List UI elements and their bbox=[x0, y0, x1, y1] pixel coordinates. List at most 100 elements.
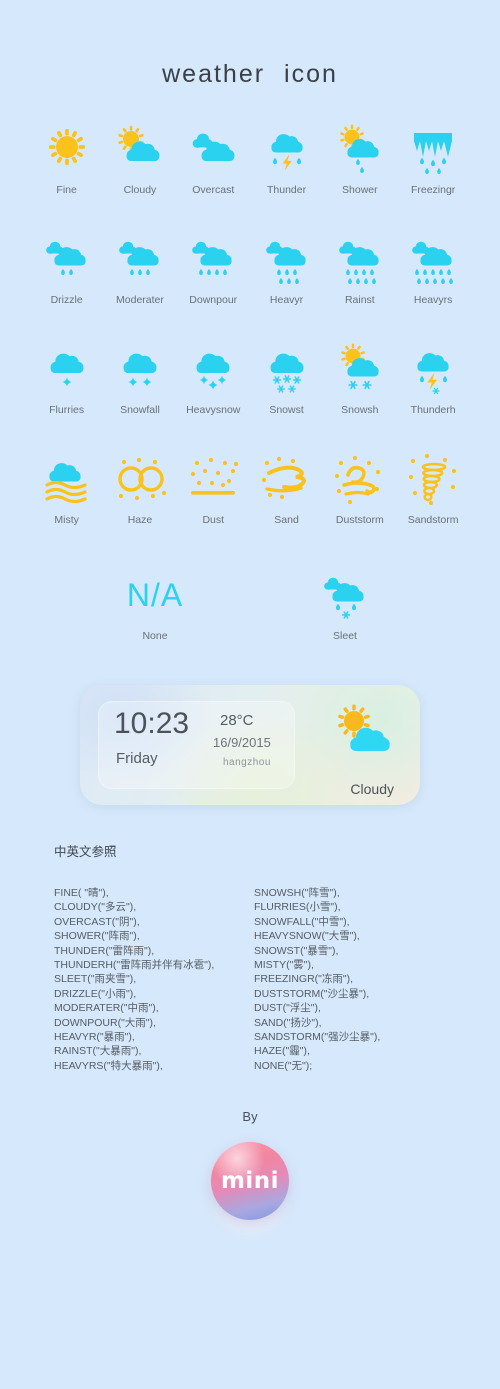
reference-item: HEAVYSNOW("大雪"), bbox=[254, 930, 360, 943]
icon-cell-rainst[interactable]: Rainst bbox=[323, 227, 396, 337]
double-cloud-icon bbox=[181, 117, 245, 181]
icon-grid: Fine Cloudy Overcast Thunder Shower Freezingr… bbox=[30, 89, 470, 557]
icon-cell-sleet[interactable]: Sleet bbox=[280, 563, 410, 663]
icon-cell-sand[interactable]: Sand bbox=[250, 447, 323, 557]
icon-label: Thunderh bbox=[410, 404, 456, 416]
widget-condition-icon bbox=[324, 699, 406, 765]
haze-rings-icon bbox=[108, 447, 172, 511]
cloud-thunder-icon bbox=[270, 134, 303, 171]
reference-item: RAINST("大暴雨"), bbox=[54, 1045, 142, 1058]
reference-list-left: FINE( "晴"), CLOUDY("多云"), OVERCAST("阴"), SH… bbox=[50, 886, 250, 1073]
reference-item: SNOWSH("阵雪"), bbox=[254, 887, 340, 899]
icon-cell-drizzle[interactable]: Drizzle bbox=[30, 227, 103, 337]
icon-cell-thunder[interactable]: Thunder bbox=[250, 117, 323, 227]
cloud-sleet-icon bbox=[324, 577, 364, 619]
logo-sphere: mini bbox=[211, 1142, 289, 1221]
reference-item: DUSTSTORM("沙尘暴"), bbox=[254, 987, 370, 1000]
widget-date: 16/9/2015 bbox=[213, 735, 271, 750]
icon-cell-snowst[interactable]: Snowst bbox=[250, 337, 323, 447]
sun-cloud-icon bbox=[108, 117, 172, 181]
wind-dust-icon bbox=[328, 447, 392, 511]
sun-cloud-rain-icon bbox=[339, 124, 379, 173]
icon-cell-heavysnow[interactable]: Heavysnow bbox=[177, 337, 250, 447]
reference-item: SLEET("雨夹雪"), bbox=[54, 973, 137, 986]
icon-label: Rainst bbox=[344, 294, 375, 306]
icon-cell-haze[interactable]: Haze bbox=[103, 447, 176, 557]
reference-item: FLURRIES(小雪"), bbox=[254, 901, 341, 914]
icon-label: Heavyrs bbox=[413, 294, 453, 306]
widget-weekday: Friday bbox=[116, 750, 158, 767]
double-cloud-icon bbox=[192, 133, 235, 161]
wind-dust-icon bbox=[334, 455, 380, 505]
reference-item: DUST("浮尘"), bbox=[254, 1002, 321, 1015]
icon-cell-none[interactable]: N/A None bbox=[90, 563, 220, 663]
icon-cell-sandstorm[interactable]: Sandstorm bbox=[396, 447, 469, 557]
weather-widget-card: 10:23 Friday 28°C 16/9/2015 hangzhou Clo… bbox=[80, 685, 420, 805]
icicle-rain-icon bbox=[414, 133, 453, 174]
cloud-thunder-hail-icon bbox=[401, 337, 465, 401]
cloud-rain-3-icon bbox=[108, 227, 172, 291]
cloud-snow-2-icon bbox=[123, 353, 157, 387]
icon-label: Snowsh bbox=[341, 404, 379, 416]
icon-cell-cloudy[interactable]: Cloudy bbox=[103, 117, 176, 227]
reference-item: SANDSTORM("强沙尘暴"), bbox=[254, 1031, 381, 1044]
haze-rings-icon bbox=[118, 457, 167, 501]
icon-label: Heavysnow bbox=[186, 404, 241, 416]
icon-cell-snowfall[interactable]: Snowfall bbox=[103, 337, 176, 447]
reference-item: THUNDER("雷阵雨"), bbox=[54, 944, 155, 957]
widget-time: 10:23 bbox=[114, 707, 190, 740]
icon-cell-flurries[interactable]: Flurries bbox=[30, 337, 103, 447]
icon-label: Sleet bbox=[333, 630, 357, 642]
sun-cloud-snow-icon bbox=[328, 337, 392, 401]
icicle-rain-icon bbox=[401, 117, 465, 181]
icon-cell-freezingr[interactable]: Freezingr bbox=[396, 117, 469, 227]
icon-label: Sandstorm bbox=[407, 514, 459, 526]
sun-cloud-snow-icon bbox=[340, 343, 379, 390]
icon-cell-moderater[interactable]: Moderater bbox=[103, 227, 176, 337]
icon-label: Misty bbox=[54, 514, 79, 526]
tornado-icon bbox=[401, 447, 465, 511]
icon-cell-overcast[interactable]: Overcast bbox=[177, 117, 250, 227]
cloud-snow-3-icon bbox=[181, 337, 245, 401]
extra-icon-row: N/A None Sleet bbox=[30, 563, 470, 663]
icon-cell-misty[interactable]: Misty bbox=[30, 447, 103, 557]
weather-widget-preview: 10:23 Friday 28°C 16/9/2015 hangzhou Clo… bbox=[80, 685, 420, 805]
reference-heading: 中英文参照 bbox=[54, 844, 117, 859]
icon-cell-fine[interactable]: Fine bbox=[30, 117, 103, 227]
icon-cell-downpour[interactable]: Downpour bbox=[177, 227, 250, 337]
icon-cell-thunderh[interactable]: Thunderh bbox=[396, 337, 469, 447]
icon-label: Sand bbox=[274, 514, 299, 526]
reference-item: OVERCAST("阴"), bbox=[54, 915, 140, 928]
reference-column-left: FINE( "晴"), CLOUDY("多云"), OVERCAST("阴"), SH… bbox=[50, 886, 250, 1073]
cloud-rain-4-icon bbox=[181, 227, 245, 291]
cloud-snow-1-icon bbox=[35, 337, 99, 401]
icon-cell-heavyr[interactable]: Heavyr bbox=[250, 227, 323, 337]
cloud-rain-8-icon bbox=[328, 227, 392, 291]
reference-item: DRIZZLE("小雨"), bbox=[54, 987, 137, 1000]
icon-cell-duststorm[interactable]: Duststorm bbox=[323, 447, 396, 557]
icon-cell-shower[interactable]: Shower bbox=[323, 117, 396, 227]
cloud-snow-1-icon bbox=[50, 353, 84, 387]
icon-label: Snowst bbox=[269, 404, 304, 416]
reference-item: FINE( "晴"), bbox=[54, 887, 109, 899]
icon-label: Thunder bbox=[266, 184, 307, 196]
reference-section: 中英文参照 FINE( "晴"), CLOUDY("多云"), OVERCAST("… bbox=[50, 841, 450, 1073]
cloud-rain-6-icon bbox=[265, 241, 306, 284]
reference-item: CLOUDY("多云"), bbox=[54, 901, 137, 914]
icon-cell-heavyrs[interactable]: Heavyrs bbox=[396, 227, 469, 337]
icon-cell-snowsh[interactable]: Snowsh bbox=[323, 337, 396, 447]
author-logo: mini bbox=[200, 1138, 300, 1241]
icon-label: Fine bbox=[56, 184, 77, 196]
cloud-mist-icon bbox=[35, 447, 99, 511]
icon-cell-dust[interactable]: Dust bbox=[177, 447, 250, 557]
reference-item: HEAVYR("暴雨"), bbox=[54, 1031, 135, 1044]
icon-label: Duststorm bbox=[335, 514, 384, 526]
cloud-rain-2-icon bbox=[35, 227, 99, 291]
cloud-rain-4-icon bbox=[192, 241, 232, 275]
icon-label: Drizzle bbox=[50, 294, 83, 306]
reference-column-right: SNOWSH("阵雪"), FLURRIES(小雪"), SNOWFALL("中雪"… bbox=[250, 886, 450, 1073]
widget-condition-label: Cloudy bbox=[350, 781, 394, 797]
icon-label: Haze bbox=[127, 514, 153, 526]
widget-temperature: 28°C bbox=[220, 712, 254, 729]
sun-icon bbox=[48, 128, 85, 166]
